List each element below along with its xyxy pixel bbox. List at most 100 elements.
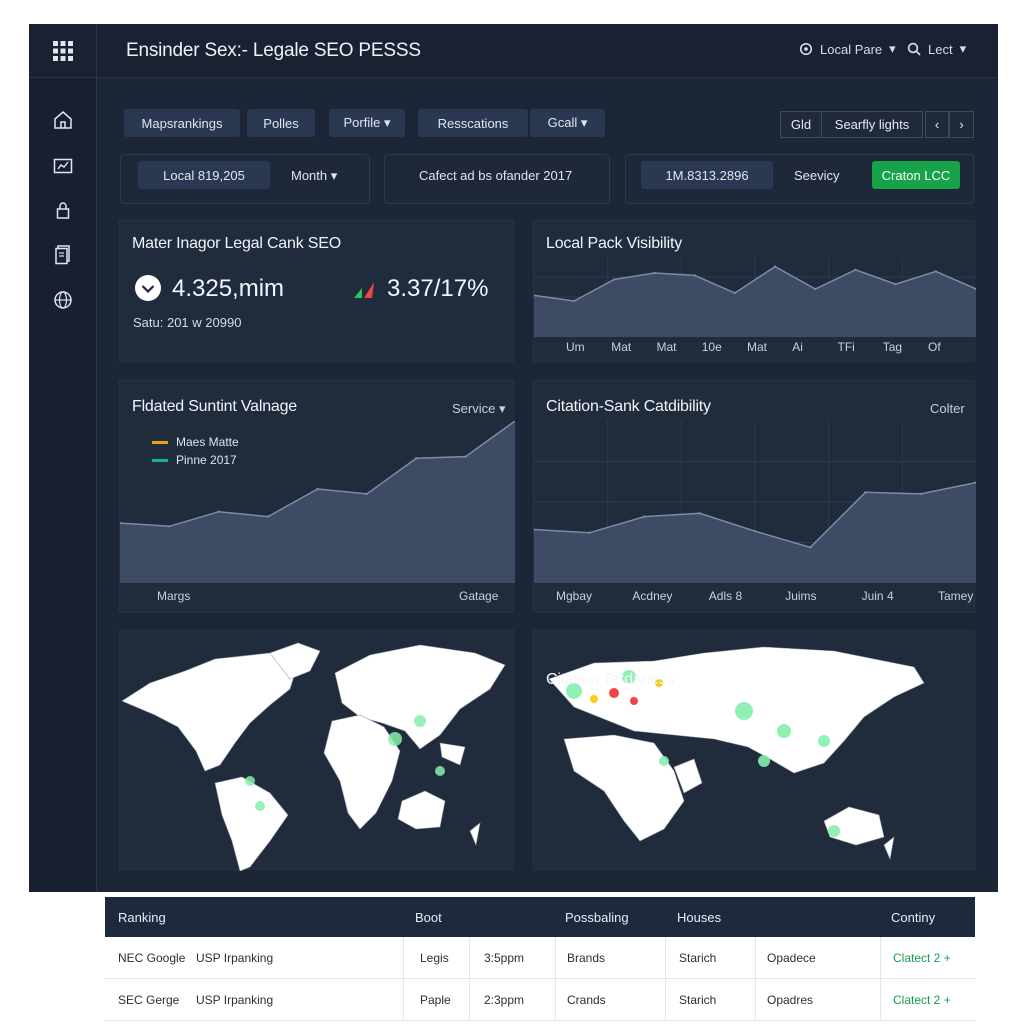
tab-porfile[interactable]: Porfile ▾ [329, 109, 405, 137]
sidebar-item-security[interactable] [51, 198, 75, 222]
x-tick-label: Mat [611, 340, 632, 354]
sidebar [29, 78, 97, 892]
data-point [613, 278, 616, 281]
metric-change: 3.37/17% [387, 275, 489, 302]
table-cell: Starich [679, 993, 717, 1007]
x-tick-label: Gatage [459, 589, 499, 603]
table-cell: Brands [567, 951, 606, 965]
colter-link[interactable]: Colter [930, 401, 965, 416]
table-cell-link[interactable]: Clatect 2 + [893, 951, 951, 965]
column-divider [755, 937, 756, 979]
header-continy[interactable]: Continy [891, 910, 935, 925]
x-tick-label: Mat [656, 340, 677, 354]
column-divider [403, 937, 404, 979]
column-divider [880, 979, 881, 1021]
citation-title: Citation-Sank Catdibility [546, 398, 711, 415]
x-tick-label: Juin 4 [861, 589, 894, 603]
data-point [266, 515, 270, 518]
chart-icon [53, 158, 73, 174]
chevron-down-icon: ▾ [959, 41, 967, 56]
data-point [773, 265, 777, 268]
data-point [753, 529, 757, 533]
citation-chart [534, 421, 976, 583]
column-divider [469, 979, 470, 1021]
dashboard-app: Ensinder Sex:- Legale SEO PESSS Local Pa… [29, 24, 998, 892]
local-pare-menu[interactable]: Local Pare ▾ [799, 41, 896, 57]
trend-up-icon [354, 282, 374, 298]
tab-resscations[interactable]: Resscations [418, 109, 528, 137]
sidebar-item-documents[interactable] [51, 242, 75, 266]
document-icon [55, 245, 70, 265]
map-title: Citation Terdariess [546, 671, 675, 688]
range-value-field[interactable]: 1M.8313.2896 [641, 161, 773, 189]
sidebar-item-global[interactable] [51, 288, 75, 312]
apps-grid-button[interactable] [29, 24, 97, 78]
data-point [217, 510, 220, 513]
table-cell: Crands [567, 993, 606, 1007]
table-cell: 2:3ppm [484, 993, 525, 1007]
data-point [864, 491, 867, 494]
column-divider [555, 979, 556, 1021]
sidebar-item-home[interactable] [51, 108, 75, 132]
overview-title: Mater Inagor Legal Cank SEO [132, 235, 341, 252]
check-circle-icon [135, 275, 161, 301]
table-cell: Paple [420, 993, 451, 1007]
tab-polles[interactable]: Polles [247, 109, 315, 137]
table-cell: Opadres [767, 993, 814, 1007]
lect-menu[interactable]: Lect ▾ [907, 41, 966, 57]
create-button[interactable]: Craton LCC [872, 161, 960, 189]
x-tick-label: Mat [747, 340, 768, 354]
world-map [121, 642, 506, 871]
data-point [693, 274, 696, 277]
x-tick-label: Tamey [938, 589, 974, 603]
world-map-card-left [119, 630, 514, 871]
service-filter[interactable]: Seevicy [794, 168, 840, 183]
data-point [415, 457, 418, 460]
tab-gcall[interactable]: Gcall ▾ [530, 109, 605, 137]
table-cell: USP Irpanking [196, 951, 274, 965]
prev-button[interactable]: ‹ [925, 111, 949, 138]
header-boot[interactable]: Boot [415, 910, 442, 925]
table-cell-link[interactable]: Clatect 2 + [893, 993, 951, 1007]
data-point [934, 270, 938, 273]
lect-label: Lect [928, 41, 953, 57]
header-ranking[interactable]: Ranking [118, 910, 166, 925]
data-point [643, 515, 646, 518]
next-button[interactable]: › [949, 111, 974, 138]
data-point [588, 531, 591, 534]
x-tick-label: Um [566, 340, 585, 354]
header-houses[interactable]: Houses [677, 910, 721, 925]
metric-main: 4.325,mim [172, 275, 285, 302]
column-divider [665, 979, 666, 1021]
table-cell: 3:5ppm [484, 951, 525, 965]
x-tick-label: TFi [837, 340, 855, 354]
local-pack-chart [534, 257, 976, 337]
local-value-field[interactable]: Local 819,205 [138, 161, 270, 189]
selected-text: Cafect ad bs ofander 2017 [419, 168, 573, 183]
sidebar-item-reports[interactable] [51, 154, 75, 178]
x-tick-label: Acdney [632, 589, 673, 603]
data-point [464, 455, 467, 458]
service-dropdown[interactable]: Service ▾ [452, 401, 506, 417]
table-cell: NEC Google [118, 951, 186, 965]
world-map-card-right: Citation Terdariess [533, 630, 975, 870]
table-cell: SEC Gerge [118, 993, 180, 1007]
column-divider [755, 979, 756, 1021]
table-row[interactable]: NEC Google USP Irpanking Legis 3:5ppm Br… [105, 937, 975, 979]
month-dropdown[interactable]: Month ▾ [291, 168, 337, 184]
column-divider [665, 937, 666, 979]
column-divider [403, 979, 404, 1021]
segment-gld[interactable]: Gld [780, 111, 822, 138]
data-point [365, 492, 369, 496]
table-row[interactable]: SEC Gerge USP Irpanking Paple 2:3ppm Cra… [105, 979, 975, 1021]
x-tick-label: Ai [792, 340, 803, 354]
ranking-table: Ranking Boot Possbaling Houses Continy N… [105, 897, 975, 1021]
local-pare-label: Local Pare [820, 41, 883, 57]
x-tick-label: Mgbay [556, 589, 593, 603]
segment-searfly-lights[interactable]: Searfly lights [821, 111, 923, 138]
gear-icon [799, 42, 813, 56]
tab-mapsrankings[interactable]: Mapsrankings [124, 109, 240, 137]
area-series [120, 421, 515, 583]
header-possbaling[interactable]: Possbaling [565, 910, 629, 925]
local-pack-card: Local Pack Visibility Um Mat Mat 10e Mat Ai TF… [533, 220, 976, 362]
